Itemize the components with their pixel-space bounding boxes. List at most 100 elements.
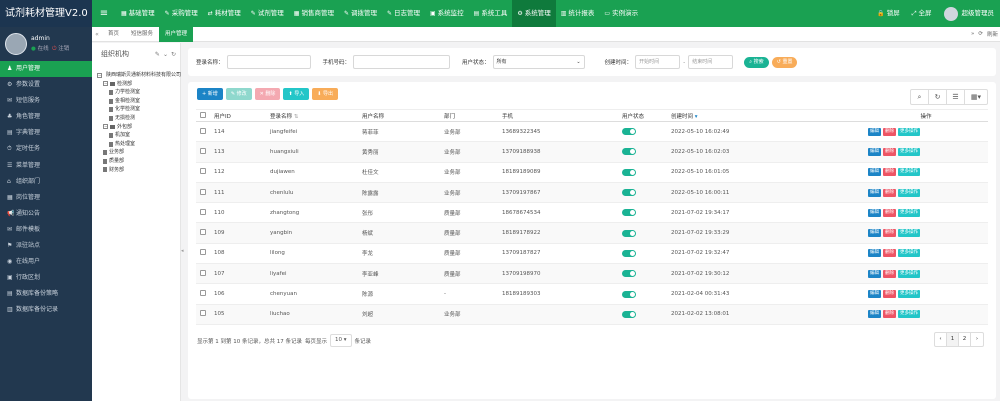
tree-node[interactable]: 力学检测室 <box>97 88 180 97</box>
tree-node[interactable]: 业务部 <box>97 148 180 157</box>
table-row[interactable]: 113 huangxiuli 黄秀丽 业务部 13709188938 2022-05-10… <box>196 141 988 163</box>
delete-row-button[interactable]: 删除 <box>883 208 896 217</box>
tab-item[interactable]: 用户管理 <box>159 26 194 42</box>
tab-item[interactable]: 首页 <box>102 27 125 42</box>
table-row[interactable]: 111 chenlulu 陈露露 业务部 13709197867 2022-05-10 1… <box>196 182 988 204</box>
table-row[interactable]: 106 chenyuan 陈源 -18189189303 2021-02-04 00:3… <box>196 283 988 305</box>
tree-node[interactable]: 质量部 <box>97 157 180 166</box>
page-size-select[interactable]: 10 ▾ <box>330 334 352 347</box>
status-toggle[interactable] <box>622 229 636 237</box>
sidebar-item[interactable]: ☰ 菜单管理 <box>0 158 92 174</box>
tree-node[interactable]: − 外包部 <box>97 123 180 132</box>
topnav-item[interactable]: ⚙ 系统管理 <box>512 0 556 27</box>
status-toggle[interactable] <box>622 168 636 176</box>
row-checkbox[interactable] <box>200 147 206 154</box>
more-actions-button[interactable]: 更多操作 <box>898 147 920 156</box>
table-row[interactable]: 107 liyafei 李亚峰 质量部 13709198970 2021-07-02 19… <box>196 263 988 285</box>
delete-row-button[interactable]: 删除 <box>883 147 896 156</box>
status-toggle[interactable] <box>622 290 636 298</box>
row-checkbox[interactable] <box>200 310 206 317</box>
sidebar-item[interactable]: ✉ 邮件模板 <box>0 222 92 238</box>
edit-icon[interactable]: ✎ <box>155 51 160 58</box>
table-row[interactable]: 112 dujiawen 杜佳文 业务部 18189189089 2022-05-10 1… <box>196 162 988 183</box>
refresh-label[interactable]: 刷新 <box>987 30 998 38</box>
tree-node[interactable]: 热处理室 <box>97 140 180 149</box>
sidebar-item[interactable]: ◉ 在线用户 <box>0 254 92 270</box>
select-all-checkbox[interactable] <box>200 111 206 118</box>
menu-toggle-icon[interactable]: ≡ <box>92 8 116 19</box>
delete-row-button[interactable]: 删除 <box>883 269 896 278</box>
col-login-name[interactable]: 登录名称 ⇅ <box>266 109 358 122</box>
collapse-icon[interactable]: − <box>97 72 102 78</box>
tree-node[interactable]: 金相检测室 <box>97 97 180 106</box>
more-actions-button[interactable]: 更多操作 <box>898 269 920 278</box>
sidebar-item[interactable]: ⏱ 定时任务 <box>0 141 92 157</box>
table-row[interactable]: 105 liuchao 刘超 业务部 2021-02-02 13:08:01 编辑 删除 更多… <box>196 304 988 325</box>
tree-node[interactable]: 财务部 <box>97 166 180 175</box>
status-toggle[interactable] <box>622 209 636 217</box>
more-actions-button[interactable]: 更多操作 <box>898 290 920 299</box>
topnav-item[interactable]: ✎ 采购管理 <box>160 0 203 27</box>
edit-row-button[interactable]: 编辑 <box>868 269 881 278</box>
more-actions-button[interactable]: 更多操作 <box>898 208 920 217</box>
avatar[interactable] <box>5 33 27 55</box>
phone-input[interactable] <box>353 55 451 69</box>
more-actions-button[interactable]: 更多操作 <box>898 168 920 177</box>
export-button[interactable]: ⬇ 导出 <box>312 88 339 100</box>
edit-row-button[interactable]: 编辑 <box>868 188 881 197</box>
tree-node[interactable]: 无损检测 <box>97 114 180 123</box>
more-actions-button[interactable]: 更多操作 <box>898 310 920 319</box>
sidebar-item[interactable]: ⌂ 组织部门 <box>0 174 92 190</box>
row-checkbox[interactable] <box>200 208 206 215</box>
edit-row-button[interactable]: 编辑 <box>868 147 881 156</box>
sidebar-item[interactable]: 📢 通知公告 <box>0 206 92 222</box>
row-checkbox[interactable] <box>200 188 206 195</box>
row-checkbox[interactable] <box>200 249 206 256</box>
delete-button[interactable]: ✕ 删除 <box>254 88 281 100</box>
delete-row-button[interactable]: 删除 <box>883 249 896 258</box>
fullscreen-button[interactable]: ⤢ 全屏 <box>906 0 938 27</box>
collapse-panel-icon[interactable]: ◂ <box>181 248 186 258</box>
sidebar-item[interactable]: ⚑ 派驻站点 <box>0 238 92 254</box>
table-row[interactable]: 109 yangbin 杨斌 质量部 18189178922 2021-07-02 19:… <box>196 222 988 244</box>
table-row[interactable]: 114 jiangfeifei 蒋菲菲 业务部 13689322345 2022-05-1… <box>196 121 988 143</box>
collapse-icon[interactable]: − <box>103 81 108 87</box>
edit-row-button[interactable]: 编辑 <box>868 290 881 299</box>
refresh-icon[interactable]: ↻ <box>929 90 947 104</box>
login-name-input[interactable] <box>226 55 311 69</box>
page-number-button[interactable]: 1 <box>947 333 959 346</box>
edit-row-button[interactable]: 编辑 <box>868 229 881 238</box>
chevron-down-icon[interactable]: ⌄ <box>163 51 168 58</box>
edit-button[interactable]: ✎ 修改 <box>225 88 252 100</box>
more-actions-button[interactable]: 更多操作 <box>898 249 920 258</box>
refresh-icon[interactable]: ⟳ <box>978 31 983 37</box>
toggle-view-icon[interactable]: ☰ <box>947 90 965 104</box>
logout-link[interactable]: 注销 <box>58 46 69 52</box>
topnav-item[interactable]: ▭ 实例演示 <box>599 0 643 27</box>
sidebar-item[interactable]: ▥ 数据库备份记录 <box>0 302 92 318</box>
topnav-item[interactable]: ▦ 销售商管理 <box>289 0 339 27</box>
edit-row-button[interactable]: 编辑 <box>868 310 881 319</box>
search-button[interactable]: ⌕ 搜索 <box>744 56 769 68</box>
edit-row-button[interactable]: 编辑 <box>868 127 881 136</box>
page-number-button[interactable]: 2 <box>959 333 971 346</box>
row-checkbox[interactable] <box>200 269 206 276</box>
delete-row-button[interactable]: 删除 <box>883 229 896 238</box>
sidebar-item[interactable]: ▣ 行政区划 <box>0 270 92 286</box>
add-button[interactable]: + 新增 <box>197 88 223 100</box>
col-created[interactable]: 创建时间 ▾ <box>667 109 864 122</box>
sidebar-item[interactable]: ▦ 岗位管理 <box>0 190 92 206</box>
tree-node[interactable]: 化学检测室 <box>97 105 180 114</box>
row-checkbox[interactable] <box>200 229 206 236</box>
columns-icon[interactable]: ▦▾ <box>965 90 987 104</box>
table-row[interactable]: 108 lilong 李龙 质量部 13709187827 2021-07-02 19:3… <box>196 243 988 265</box>
reset-button[interactable]: ↺ 重置 <box>771 56 798 68</box>
status-toggle[interactable] <box>622 249 636 257</box>
status-toggle[interactable] <box>622 148 636 156</box>
more-actions-button[interactable]: 更多操作 <box>898 229 920 238</box>
topnav-item[interactable]: ▤ 系统工具 <box>469 0 513 27</box>
start-time-input[interactable]: 开始时间 <box>635 55 681 69</box>
delete-row-button[interactable]: 删除 <box>883 127 896 136</box>
tabs-scroll-right-icon[interactable]: » <box>971 31 974 37</box>
refresh-icon[interactable]: ↻ <box>171 51 176 58</box>
